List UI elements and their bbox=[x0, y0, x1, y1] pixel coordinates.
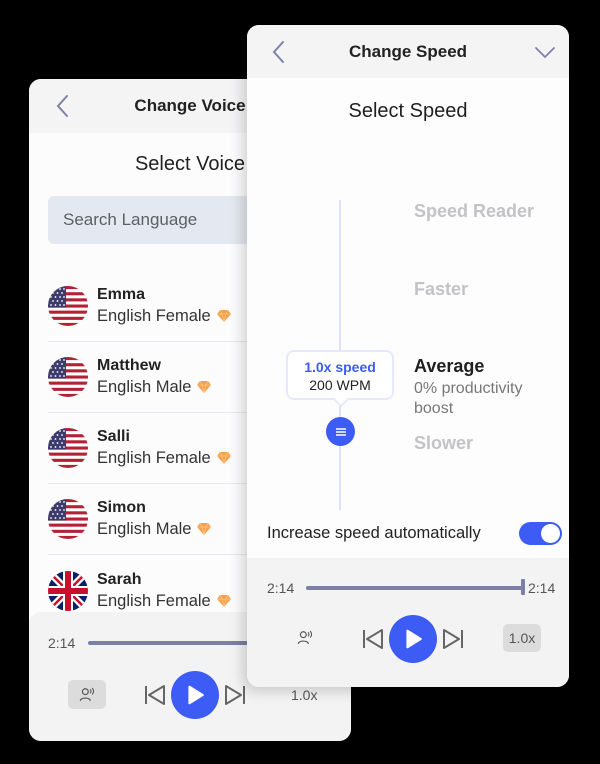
us-flag-icon bbox=[48, 428, 88, 468]
change-speed-panel: Change Speed Select Speed 1.0x speed 200… bbox=[247, 25, 569, 687]
voice-item-emma[interactable]: Emma English Female bbox=[48, 271, 278, 342]
voice-description: English Female bbox=[97, 449, 211, 467]
speed-panel-title: Change Speed bbox=[348, 41, 468, 61]
skip-forward-icon[interactable] bbox=[442, 628, 464, 650]
collapse-button[interactable] bbox=[533, 41, 557, 63]
speed-button[interactable]: 1.0x bbox=[291, 687, 317, 703]
uk-flag-icon bbox=[48, 571, 88, 611]
speed-button[interactable]: 1.0x bbox=[503, 624, 541, 652]
voice-description: English Female bbox=[97, 591, 211, 610]
gem-icon bbox=[217, 310, 231, 322]
skip-back-icon[interactable] bbox=[362, 628, 384, 650]
voice-name: Matthew bbox=[97, 357, 161, 374]
total-time: 2:14 bbox=[528, 580, 556, 596]
back-button[interactable] bbox=[51, 93, 75, 119]
speed-slider-thumb[interactable] bbox=[326, 417, 355, 446]
gem-icon bbox=[197, 381, 211, 393]
voice-description: English Female bbox=[97, 307, 211, 325]
progress-handle[interactable] bbox=[521, 579, 525, 595]
auto-speed-row: Increase speed automatically bbox=[267, 522, 562, 545]
voice-icon bbox=[295, 628, 315, 648]
auto-speed-label: Increase speed automatically bbox=[267, 524, 481, 542]
us-flag-icon bbox=[48, 286, 88, 326]
voice-description: English Male bbox=[97, 520, 192, 538]
voice-description: English Male bbox=[97, 378, 192, 396]
select-speed-heading: Select Speed bbox=[348, 100, 468, 122]
chevron-left-icon bbox=[51, 93, 75, 119]
speed-option-faster[interactable]: Faster bbox=[414, 279, 468, 300]
voice-button[interactable] bbox=[293, 626, 317, 650]
us-flag-icon bbox=[48, 499, 88, 539]
voice-name: Simon bbox=[97, 499, 146, 516]
speed-panel-player: 2:14 2:14 1.0x bbox=[247, 558, 569, 687]
play-icon bbox=[402, 628, 424, 650]
toggle-knob bbox=[541, 524, 560, 543]
progress-bar[interactable] bbox=[306, 586, 523, 590]
tooltip-speed: 1.0x speed bbox=[304, 359, 376, 375]
play-button[interactable] bbox=[389, 615, 437, 663]
voice-item-matthew[interactable]: Matthew English Male bbox=[48, 342, 278, 413]
voice-button[interactable] bbox=[68, 680, 106, 709]
voice-item-simon[interactable]: Simon English Male bbox=[48, 484, 278, 555]
gem-icon bbox=[197, 523, 211, 535]
gem-icon bbox=[217, 595, 231, 607]
skip-forward-icon[interactable] bbox=[224, 684, 246, 706]
current-time: 2:14 bbox=[48, 635, 76, 651]
voice-name: Emma bbox=[97, 286, 146, 303]
average-description: 0% productivity boost bbox=[414, 380, 523, 417]
skip-back-icon[interactable] bbox=[144, 684, 166, 706]
speed-panel-header: Change Speed bbox=[247, 25, 569, 78]
speed-option-slower[interactable]: Slower bbox=[414, 433, 473, 454]
speed-option-speed-reader[interactable]: Speed Reader bbox=[414, 201, 534, 222]
voice-item-salli[interactable]: Salli English Female bbox=[48, 413, 278, 484]
voice-panel-title: Change Voice bbox=[134, 96, 246, 115]
drag-handle-icon bbox=[335, 427, 346, 436]
chevron-left-icon bbox=[267, 39, 291, 65]
tooltip-wpm: 200 WPM bbox=[309, 377, 371, 393]
play-icon bbox=[184, 684, 206, 706]
gem-icon bbox=[217, 452, 231, 464]
speed-option-average[interactable]: Average bbox=[414, 356, 484, 377]
us-flag-icon bbox=[48, 357, 88, 397]
speed-tooltip: 1.0x speed 200 WPM bbox=[286, 350, 394, 400]
chevron-down-icon bbox=[533, 41, 557, 63]
current-time: 2:14 bbox=[267, 580, 295, 596]
play-button[interactable] bbox=[171, 671, 219, 719]
back-button[interactable] bbox=[267, 39, 291, 65]
voice-name: Salli bbox=[97, 428, 130, 445]
auto-speed-toggle[interactable] bbox=[519, 522, 562, 545]
voice-list: Emma English Female Matthew English Male… bbox=[48, 271, 278, 626]
voice-icon bbox=[77, 685, 97, 705]
voice-name: Sarah bbox=[97, 570, 142, 588]
